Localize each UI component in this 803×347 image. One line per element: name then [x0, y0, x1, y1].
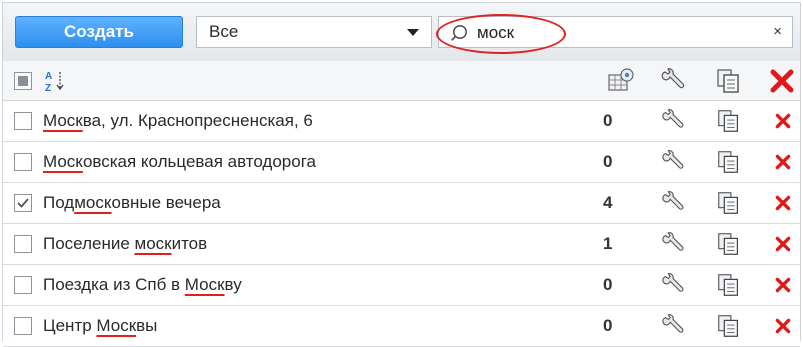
item-title[interactable]: Подмосковные вечера [43, 193, 221, 213]
copy-icon[interactable] [715, 271, 743, 299]
copy-icon[interactable] [714, 66, 744, 96]
match-highlight: моск [74, 193, 112, 212]
item-title[interactable]: Московская кольцевая автодорога [43, 152, 316, 172]
item-title[interactable]: Поездка из Спб в Москву [43, 275, 242, 295]
checkmark-icon [17, 198, 29, 208]
create-button[interactable]: Создать [15, 16, 183, 48]
title-text: ва, ул. Краснопресненская, 6 [82, 111, 313, 130]
list-panel: Создать Все моск × A Z Москва, ул. Красн… [2, 2, 801, 347]
toolbar: Создать Все моск × [3, 3, 800, 62]
wrench-icon[interactable] [659, 189, 687, 217]
row-checkbox[interactable] [14, 194, 32, 212]
delete-icon[interactable] [769, 107, 797, 135]
title-text: вы [136, 316, 158, 335]
delete-icon[interactable] [769, 189, 797, 217]
delete-icon[interactable] [769, 312, 797, 340]
title-text: Под [43, 193, 75, 212]
item-title[interactable]: Москва, ул. Краснопресненская, 6 [43, 111, 313, 131]
copy-icon[interactable] [715, 148, 743, 176]
title-text: ву [224, 275, 242, 294]
copy-icon[interactable] [715, 107, 743, 135]
item-count: 0 [603, 111, 613, 130]
item-title[interactable]: Центр Москвы [43, 316, 157, 336]
copy-icon[interactable] [715, 189, 743, 217]
copy-icon[interactable] [715, 312, 743, 340]
chevron-down-icon [407, 29, 419, 36]
delete-icon[interactable] [769, 271, 797, 299]
wrench-icon[interactable] [659, 107, 687, 135]
clear-search-icon[interactable]: × [773, 24, 782, 40]
row-checkbox[interactable] [14, 276, 32, 294]
svg-text:Z: Z [45, 83, 51, 93]
item-count: 4 [603, 193, 613, 212]
match-highlight: Моск [43, 111, 83, 130]
copy-icon[interactable] [715, 230, 743, 258]
search-icon [451, 25, 467, 41]
list-item[interactable]: Московская кольцевая автодорога 0 [3, 142, 800, 183]
item-count: 1 [603, 234, 613, 253]
sort-az-icon[interactable]: A Z [44, 69, 70, 93]
list-item[interactable]: Москва, ул. Краснопресненская, 6 0 [3, 101, 800, 142]
delete-icon[interactable] [769, 148, 797, 176]
svg-text:A: A [45, 71, 52, 82]
item-title[interactable]: Поселение москитов [43, 234, 207, 254]
title-text: овные вечера [111, 193, 221, 212]
match-highlight: Моск [184, 275, 225, 294]
list-item[interactable]: Подмосковные вечера 4 [3, 183, 800, 224]
title-text: Поездка из Спб в [43, 275, 185, 294]
filter-select[interactable]: Все [196, 16, 432, 48]
title-text: овская кольцевая автодорога [82, 152, 316, 171]
list-item[interactable]: Поездка из Спб в Москву 0 [3, 265, 800, 306]
filter-value: Все [209, 22, 239, 41]
search-input[interactable]: моск × [438, 16, 793, 48]
row-checkbox[interactable] [14, 112, 32, 130]
list-item[interactable]: Центр Москвы 0 [3, 306, 800, 347]
wrench-icon[interactable] [659, 312, 687, 340]
list-item[interactable]: Поселение москитов 1 [3, 224, 800, 265]
match-highlight: Моск [43, 152, 83, 171]
search-query: моск [477, 23, 515, 42]
match-highlight: Моск [96, 316, 137, 335]
database-icon[interactable] [606, 66, 636, 96]
item-count: 0 [603, 275, 613, 294]
wrench-icon[interactable] [658, 66, 688, 96]
delete-icon[interactable] [769, 230, 797, 258]
title-text: Центр [43, 316, 97, 335]
item-count: 0 [603, 316, 613, 335]
list-header: A Z [3, 61, 800, 101]
indeterminate-mark [18, 76, 28, 86]
wrench-icon[interactable] [659, 230, 687, 258]
title-text: итов [171, 234, 208, 253]
match-highlight: моск [134, 234, 172, 253]
row-checkbox[interactable] [14, 317, 32, 335]
row-checkbox[interactable] [14, 235, 32, 253]
wrench-icon[interactable] [659, 148, 687, 176]
title-text: Поселение [43, 234, 135, 253]
select-all-checkbox[interactable] [14, 72, 32, 90]
delete-icon[interactable] [767, 66, 797, 96]
row-checkbox[interactable] [14, 153, 32, 171]
wrench-icon[interactable] [659, 271, 687, 299]
item-count: 0 [603, 152, 613, 171]
